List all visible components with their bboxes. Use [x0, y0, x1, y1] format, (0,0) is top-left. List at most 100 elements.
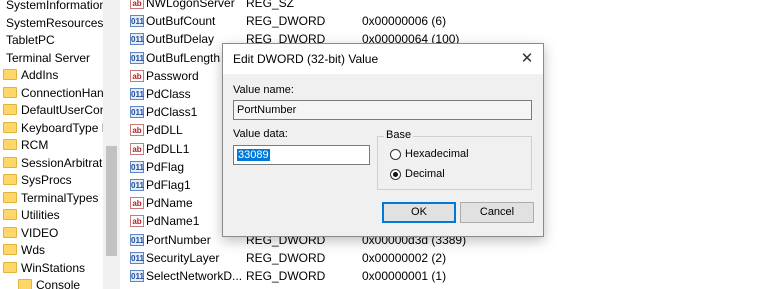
tree-node-label: Wds — [21, 242, 45, 257]
folder-icon — [18, 279, 32, 289]
tree-node-subkey[interactable]: Console — [18, 275, 103, 289]
dialog-title: Edit DWORD (32-bit) Value — [233, 52, 379, 66]
dword-value-icon: 011 — [130, 15, 144, 28]
string-value-icon: ab — [130, 215, 144, 228]
value-name: SecurityLayer — [146, 250, 220, 265]
folder-icon — [3, 191, 17, 203]
dword-value-icon: 011 — [130, 251, 144, 264]
tree-node-label: Console — [36, 277, 81, 289]
folder-icon — [3, 104, 17, 116]
folder-icon — [3, 261, 17, 273]
value-name-field[interactable]: PortNumber — [233, 100, 532, 120]
base-group-label: Base — [384, 129, 414, 141]
folder-icon — [3, 156, 17, 168]
tree-node-key[interactable]: Utilities — [3, 205, 103, 223]
tree-node-label: Utilities — [21, 207, 60, 222]
tree-node-key[interactable]: ConnectionHan — [3, 83, 103, 101]
tree-node-label: RCM — [21, 137, 49, 152]
folder-icon — [3, 209, 17, 221]
tree-node-key[interactable]: AddIns — [3, 65, 103, 83]
tree-scrollbar-thumb[interactable] — [106, 146, 117, 256]
tree-node-label: SystemInformation — [6, 0, 103, 12]
base-group: Base Hexadecimal Decimal — [377, 129, 532, 190]
tree-node-key[interactable]: WinStations — [3, 258, 103, 276]
value-data-label: Value data: — [233, 128, 288, 140]
string-value-icon: ab — [130, 69, 144, 82]
value-name: NWLogonServer — [146, 0, 235, 10]
tree-node-label: AddIns — [21, 67, 59, 82]
dword-value-icon: 011 — [130, 270, 144, 282]
string-value-icon: ab — [130, 124, 144, 137]
tree-node-label: DefaultUserCon — [21, 102, 103, 117]
folder-icon — [3, 69, 17, 81]
dword-value-icon: 011 — [130, 33, 144, 46]
tree-node-root[interactable]: SystemInformation — [6, 0, 103, 13]
tree-node-label: TerminalTypes — [21, 190, 99, 205]
value-name: SelectNetworkD... — [146, 269, 242, 283]
dialog-title-bar[interactable]: Edit DWORD (32-bit) Value ✕ — [223, 44, 543, 74]
tree-node-key[interactable]: RCM — [3, 135, 103, 153]
registry-key-tree: SystemInformation SystemResources TabletPC… — [0, 0, 103, 289]
value-data-text: 33089 — [237, 149, 270, 161]
folder-icon — [3, 121, 17, 133]
tree-node-root[interactable]: TabletPC — [6, 30, 103, 48]
tree-node-root[interactable]: SystemResources — [6, 13, 103, 31]
tree-node-label: WinStations — [21, 260, 86, 275]
tree-node-label: KeyboardType N — [21, 120, 103, 135]
tree-node-key[interactable]: TerminalTypes — [3, 188, 103, 206]
value-row[interactable]: ab NWLogonServer REG_SZ — [120, 0, 768, 12]
hexadecimal-label: Hexadecimal — [405, 148, 469, 160]
close-icon[interactable]: ✕ — [515, 48, 539, 70]
folder-icon — [3, 226, 17, 238]
tree-node-key[interactable]: DefaultUserCon — [3, 100, 103, 118]
string-value-icon: ab — [130, 197, 144, 210]
dword-value-icon: 011 — [130, 51, 144, 64]
string-value-icon: ab — [130, 142, 144, 155]
tree-node-key[interactable]: SessionArbitrati — [3, 153, 103, 171]
tree-node-key[interactable]: KeyboardType N — [3, 118, 103, 136]
value-type: REG_DWORD — [246, 269, 326, 283]
edit-dword-dialog: Edit DWORD (32-bit) Value ✕ Value name: … — [222, 43, 544, 237]
hexadecimal-radio-dot — [390, 148, 401, 160]
value-name-label: Value name: — [233, 84, 294, 96]
tree-node-key[interactable]: VIDEO — [3, 223, 103, 241]
folder-icon — [3, 86, 17, 98]
tree-node-root[interactable]: Terminal Server — [6, 48, 103, 66]
dword-value-icon: 011 — [130, 88, 144, 100]
tree-node-label: SessionArbitrati — [21, 155, 103, 170]
cancel-button[interactable]: Cancel — [460, 202, 534, 223]
tree-node-label: SystemResources — [6, 15, 103, 30]
value-data: 0x00000002 (2) — [362, 250, 447, 265]
value-name: OutBufCount — [146, 14, 216, 29]
tree-scrollbar[interactable] — [103, 0, 120, 289]
value-type: REG_DWORD — [246, 14, 326, 29]
value-type: REG_SZ — [246, 0, 295, 10]
tree-node-label: TabletPC — [6, 32, 55, 47]
dword-value-icon: 011 — [130, 179, 144, 191]
hexadecimal-radio[interactable]: Hexadecimal — [390, 146, 469, 162]
value-data: 0x00000006 (6) — [362, 14, 447, 29]
tree-node-label: ConnectionHan — [21, 85, 103, 100]
tree-node-key[interactable]: SysProcs — [3, 170, 103, 188]
value-row[interactable]: 011 SecurityLayer REG_DWORD 0x00000002 (2) — [120, 249, 768, 267]
value-row[interactable]: 011 OutBufCount REG_DWORD 0x00000006 (6) — [120, 12, 768, 30]
ok-button[interactable]: OK — [382, 202, 456, 223]
folder-icon — [3, 139, 17, 151]
dword-value-icon: 011 — [130, 160, 144, 173]
tree-node-label: Terminal Server — [6, 50, 91, 65]
dword-value-icon: 011 — [130, 106, 144, 119]
tree-node-label: VIDEO — [21, 225, 59, 240]
value-row[interactable]: 011 SelectNetworkD... REG_DWORD 0x00000001 … — [120, 267, 768, 285]
value-type: REG_DWORD — [246, 250, 326, 265]
folder-icon — [3, 244, 17, 256]
tree-node-key[interactable]: Wds — [3, 240, 103, 258]
value-data: 0x00000001 (1) — [362, 269, 447, 283]
decimal-radio-dot — [390, 168, 401, 180]
string-value-icon: ab — [130, 0, 144, 9]
tree-node-label: SysProcs — [21, 172, 72, 187]
value-data-input[interactable]: 33089 — [233, 145, 370, 165]
decimal-radio[interactable]: Decimal — [390, 166, 445, 182]
folder-icon — [3, 174, 17, 186]
dword-value-icon: 011 — [130, 233, 144, 246]
decimal-label: Decimal — [405, 168, 445, 180]
